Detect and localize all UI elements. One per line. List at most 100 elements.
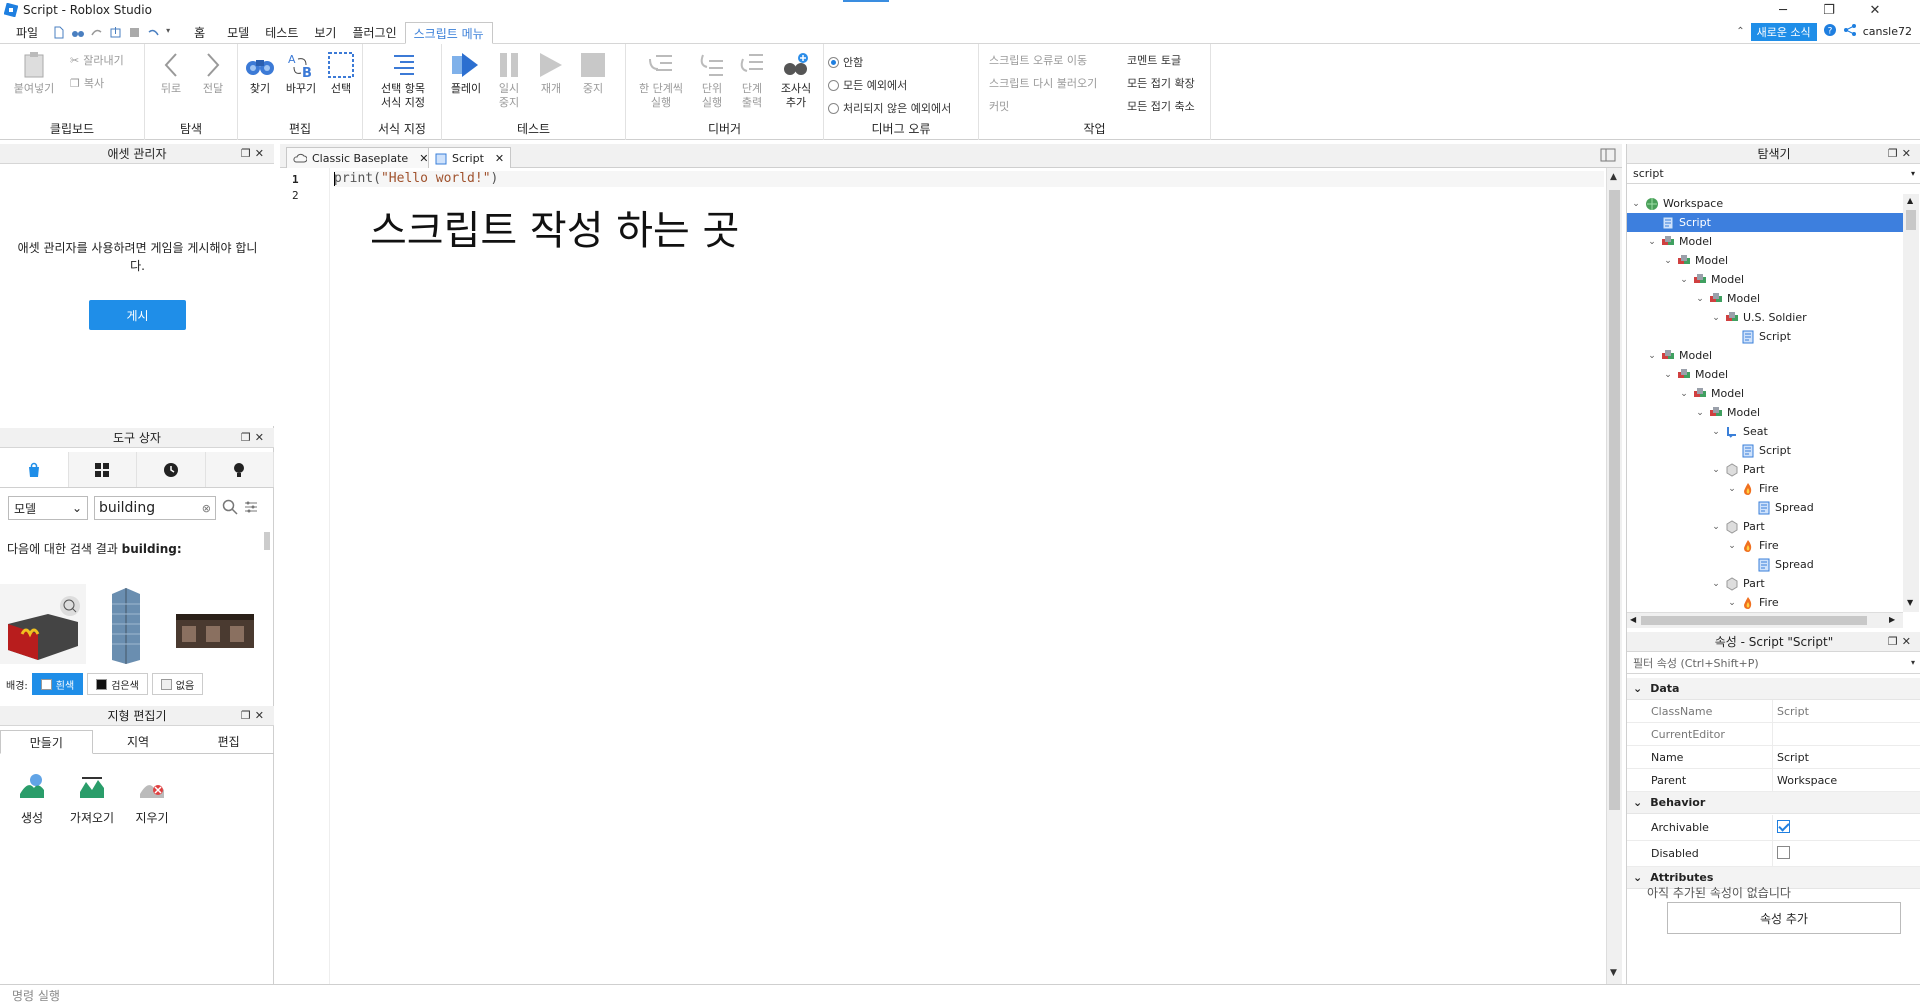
property-row-name[interactable]: Name Script (1627, 745, 1920, 769)
tree-node-model[interactable]: ⌄ Model (1627, 346, 1903, 365)
chevron-down-icon[interactable]: ▾ (1911, 169, 1915, 178)
stop-button[interactable]: 중지 (576, 48, 610, 96)
chevron-down-icon[interactable]: ⌄ (1663, 256, 1673, 266)
command-bar[interactable]: 명령 실행 (0, 984, 1920, 1005)
properties-filter-input[interactable]: 필터 속성 (Ctrl+Shift+P) ▾ (1627, 652, 1920, 674)
tab-classic-baseplate[interactable]: Classic Baseplate ✕ (286, 147, 436, 168)
minimize-button[interactable]: ─ (1760, 0, 1806, 20)
tree-node-model[interactable]: ⌄ Model (1627, 289, 1903, 308)
property-row-parent[interactable]: Parent Workspace (1627, 768, 1920, 792)
chevron-down-icon[interactable]: ⌄ (1679, 275, 1689, 285)
category-select[interactable]: 모델 ⌄ (8, 496, 88, 520)
radio-unselected[interactable] (828, 102, 839, 114)
scroll-down-arrow-icon[interactable]: ▼ (1907, 598, 1913, 607)
maximize-button[interactable]: ❐ (1806, 0, 1852, 20)
bg-black-option[interactable]: 검은색 (87, 673, 148, 695)
panel-float-close-icon[interactable]: ❐✕ (241, 709, 268, 722)
tab-recent[interactable] (137, 452, 206, 487)
panel-float-close-icon[interactable]: ❐✕ (241, 431, 268, 444)
property-row-archivable[interactable]: Archivable (1627, 814, 1920, 841)
filter-sliders-icon[interactable] (244, 500, 258, 517)
share-icon[interactable] (1843, 23, 1857, 40)
menu-view[interactable]: 보기 (306, 21, 344, 43)
cut-button[interactable]: ✂ 잘라내기 (70, 52, 124, 68)
property-value[interactable]: Script (1773, 751, 1809, 764)
chevron-down-icon[interactable]: ⌄ (1647, 351, 1657, 361)
whats-new-button[interactable]: 새로운 소식 (1750, 22, 1817, 41)
chevron-down-icon[interactable]: ⌄ (1711, 313, 1721, 323)
tree-node-part[interactable]: ⌄ Part (1627, 517, 1903, 536)
property-value[interactable]: Workspace (1773, 774, 1837, 787)
collapse-all-folds-button[interactable]: 모든 접기 축소 (1127, 98, 1195, 114)
tree-node-script[interactable]: Script (1627, 327, 1903, 346)
chevron-down-icon[interactable]: ⌄ (1711, 522, 1721, 532)
commit-button[interactable]: 커밋 (989, 98, 1009, 114)
explorer-filter-input[interactable]: script ▾ (1627, 164, 1920, 184)
tree-node-part[interactable]: ⌄ Part (1627, 460, 1903, 479)
script-editor[interactable]: 1 2 print("Hello world!") 스크립트 작성 하는 곳 (280, 168, 1606, 984)
editor-layout-icon[interactable] (1600, 148, 1616, 165)
pause-button[interactable]: 일시 중지 (492, 48, 526, 110)
select-button[interactable]: 선택 (324, 48, 358, 96)
add-watch-button[interactable]: 조사식 추가 (774, 48, 818, 110)
new-file-icon[interactable] (52, 26, 65, 39)
undo-icon[interactable] (147, 26, 160, 39)
menu-model[interactable]: 모델 (219, 21, 257, 43)
result-thumbnail[interactable] (90, 584, 170, 664)
tab-marketplace[interactable] (0, 452, 69, 487)
step-into-button[interactable]: 단위 실행 (692, 48, 732, 110)
chevron-down-icon[interactable]: ⌄ (1711, 465, 1721, 475)
scroll-thumb[interactable] (1641, 616, 1867, 625)
chevron-down-icon[interactable]: ⌄ (1679, 389, 1689, 399)
scroll-up-arrow-icon[interactable]: ▲ (1907, 196, 1913, 205)
panel-float-close-icon[interactable]: ❐✕ (1888, 635, 1915, 648)
publish-icon[interactable] (109, 26, 122, 39)
generate-tool[interactable]: 생성 (2, 772, 62, 826)
tree-vertical-scrollbar[interactable]: ▲ ▼ (1903, 194, 1919, 612)
tree-node-model[interactable]: ⌄ Model (1627, 365, 1903, 384)
tree-node-model[interactable]: ⌄ Model (1627, 384, 1903, 403)
tree-node-script[interactable]: Script (1627, 213, 1903, 232)
chevron-down-icon[interactable]: ⌄ (1663, 370, 1673, 380)
tree-node-script[interactable]: Script (1627, 441, 1903, 460)
copy-button[interactable]: ❐ 복사 (70, 75, 104, 91)
tree-node-model[interactable]: ⌄ Model (1627, 270, 1903, 289)
redo-gray-icon[interactable] (90, 26, 103, 39)
tree-node-seat[interactable]: ⌄ Seat (1627, 422, 1903, 441)
replace-button[interactable]: AB 바꾸기 (282, 48, 320, 96)
toggle-comment-button[interactable]: 코멘트 토글 (1127, 52, 1181, 68)
search-icon[interactable] (222, 499, 238, 518)
archivable-checkbox[interactable] (1777, 819, 1790, 833)
import-tool[interactable]: 가져오기 (62, 772, 122, 826)
help-icon[interactable]: ? (1823, 23, 1837, 40)
section-behavior[interactable]: ⌄ Behavior (1627, 792, 1920, 814)
never-radio[interactable]: 안함 (828, 54, 863, 70)
result-thumbnail[interactable] (172, 584, 262, 664)
scroll-down-arrow-icon[interactable]: ▼ (1610, 968, 1617, 978)
tree-node-model[interactable]: ⌄ Model (1627, 403, 1903, 422)
reload-script-button[interactable]: 스크립트 다시 불러오기 (989, 75, 1097, 91)
tree-horizontal-scrollbar[interactable]: ◀ ▶ (1627, 612, 1903, 628)
forward-button[interactable]: 전달 (197, 48, 229, 96)
step-out-button[interactable]: 단계 출력 (732, 48, 772, 110)
menu-file[interactable]: 파일 (8, 21, 46, 43)
chevron-down-icon[interactable]: ⌄ (1695, 408, 1705, 418)
format-selection-button[interactable]: 선택 항목 서식 지정 (371, 48, 435, 110)
tree-node-model[interactable]: ⌄ Model (1627, 232, 1903, 251)
chevron-down-icon[interactable]: ⌄ (1711, 427, 1721, 437)
add-attribute-button[interactable]: 속성 추가 (1667, 902, 1901, 934)
scroll-left-arrow-icon[interactable]: ◀ (1630, 615, 1636, 624)
back-button[interactable]: 뒤로 (155, 48, 187, 96)
chevron-down-icon[interactable]: ▾ (166, 26, 174, 39)
tree-node-fire[interactable]: ⌄ Fire (1627, 536, 1903, 555)
menu-plugins[interactable]: 플러그인 (344, 21, 404, 43)
disabled-checkbox[interactable] (1777, 845, 1790, 859)
publish-button[interactable]: 게시 (89, 300, 186, 330)
go-to-script-error-button[interactable]: 스크립트 오류로 이동 (989, 52, 1087, 68)
scroll-thumb[interactable] (1609, 190, 1620, 810)
chevron-down-icon[interactable]: ▾ (1911, 658, 1915, 667)
tree-node-spread[interactable]: Spread (1627, 555, 1903, 574)
scroll-up-arrow-icon[interactable]: ▲ (1610, 172, 1617, 182)
chevron-down-icon[interactable]: ⌄ (1711, 579, 1721, 589)
code-line[interactable]: print("Hello world!") (334, 171, 1604, 187)
